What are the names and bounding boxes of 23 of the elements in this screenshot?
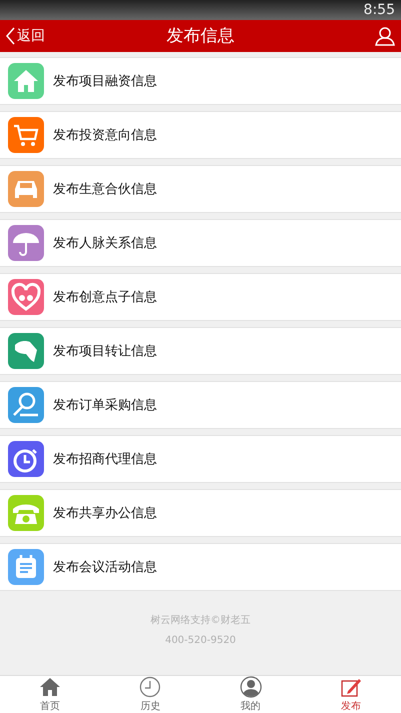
tab-item[interactable]: 历史 — [100, 676, 200, 713]
clock-icon — [139, 676, 162, 698]
menu-item[interactable]: 发布会议活动信息 — [0, 542, 401, 591]
menu-item[interactable]: 发布共享办公信息 — [0, 488, 401, 537]
menu-item[interactable]: 发布项目融资信息 — [0, 56, 401, 105]
user-icon[interactable] — [375, 26, 395, 46]
menu-item[interactable]: 发布创意点子信息 — [0, 272, 401, 321]
home-icon — [39, 676, 62, 698]
back-icon — [6, 26, 15, 45]
menu-item[interactable]: 发布生意合伙信息 — [0, 164, 401, 213]
page-title: 发布信息 — [166, 25, 234, 48]
menu-item[interactable]: 发布人脉关系信息 — [0, 218, 401, 267]
menu-item[interactable]: 发布项目转让信息 — [0, 326, 401, 375]
back-button[interactable]: 返回 — [6, 26, 45, 45]
menu-item[interactable]: 发布订单采购信息 — [0, 380, 401, 429]
phone-number: 400-520-9520 — [165, 634, 236, 646]
menu-item[interactable]: 发布投资意向信息 — [0, 110, 401, 159]
credit-text: 树云网络支持©财老五 — [150, 614, 250, 627]
status-time: 8:55 — [364, 2, 395, 18]
tab-item[interactable]: 发布 — [300, 676, 401, 713]
tab-item[interactable]: 我的 — [200, 676, 301, 713]
tab-item[interactable]: 首页 — [0, 676, 100, 713]
menu-item[interactable]: 发布招商代理信息 — [0, 434, 401, 483]
